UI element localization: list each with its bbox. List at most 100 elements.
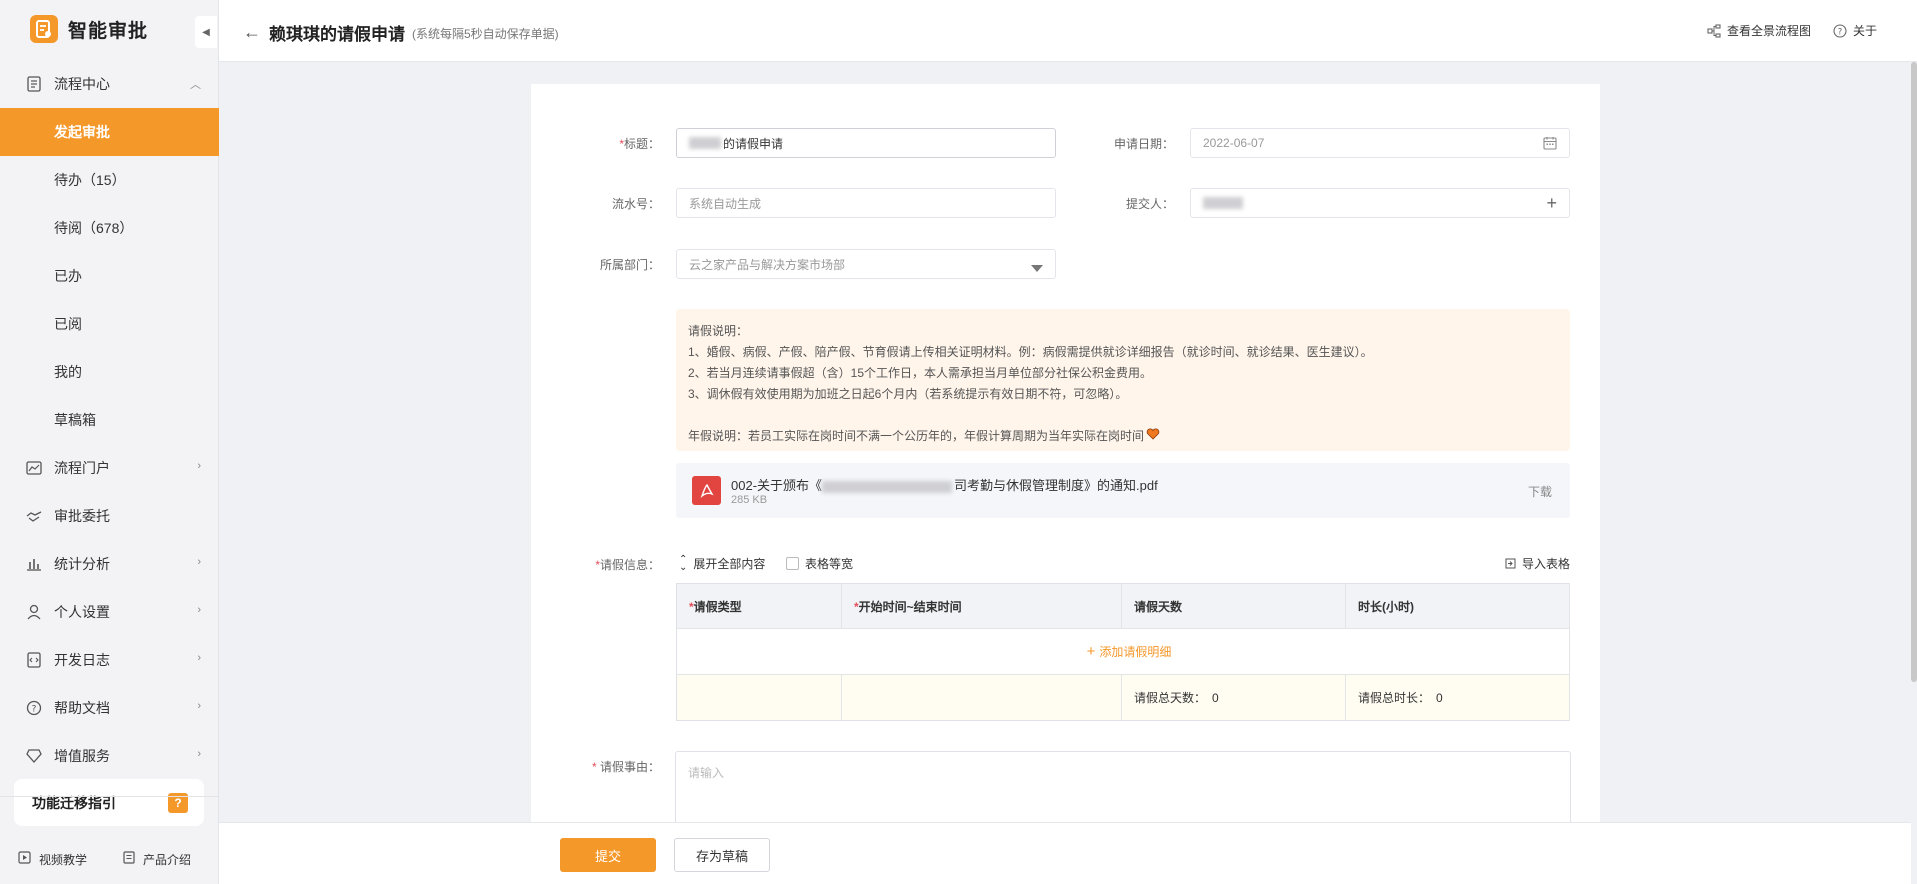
dept-value: 云之家产品与解决方案市场部 [689, 257, 846, 272]
chevron-right-icon: › [197, 652, 201, 664]
notice-line: 1、婚假、病假、产假、陪产假、节育假请上传相关证明材料。例：病假需提供就诊详细报… [688, 345, 1373, 359]
table-header-row: *请假类型 *开始时间~结束时间 请假天数 时长(小时) [676, 583, 1570, 629]
back-arrow-icon[interactable]: ← [243, 22, 261, 43]
table-cell [841, 674, 1122, 721]
sidebar-item-label: 增值服务 [54, 748, 110, 764]
sidebar-item-done[interactable]: 已办 [0, 252, 219, 300]
notice-line: 3、调休假有效使用期为加班之日起6个月内（若系统提示有效日期不符，可忽略）。 [688, 387, 1128, 401]
summary-row: 请假总天数： 0 请假总时长： 0 [676, 674, 1570, 721]
col-header-leave-type: *请假类型 [676, 583, 842, 629]
sidebar-item-label: 审批委托 [54, 508, 110, 524]
portal-icon [26, 460, 42, 476]
calendar-icon[interactable] [1543, 136, 1557, 153]
equal-width-label: 表格等宽 [805, 557, 854, 571]
sidebar-item-drafts[interactable]: 草稿箱 [0, 396, 219, 444]
collapse-sidebar-button[interactable]: ◀ [195, 16, 217, 48]
add-leave-detail-button[interactable]: + 添加请假明细 [676, 628, 1570, 675]
page-scrollbar[interactable] [1911, 62, 1917, 682]
sidebar-item-help-docs[interactable]: ? 帮助文档 › [0, 684, 219, 732]
date-input[interactable]: 2022-06-07 [1190, 128, 1570, 158]
serial-label: 流水号： [611, 197, 660, 211]
pdf-icon [692, 476, 721, 505]
total-days-cell: 请假总天数： 0 [1121, 674, 1346, 721]
total-hours-cell: 请假总时长： 0 [1345, 674, 1570, 721]
chevron-left-icon: ◀ [202, 26, 210, 38]
product-intro-label: 产品介绍 [143, 852, 192, 867]
import-table-label: 导入表格 [1522, 557, 1571, 571]
sidebar-item-label: 统计分析 [54, 556, 110, 572]
notice-line: 年假说明：若员工实际在岗时间不满一个公历年的，年假计算周期为当年实际在岗时间 [688, 426, 1558, 447]
svg-text:?: ? [1838, 27, 1843, 37]
user-icon [26, 604, 42, 620]
add-row: + 添加请假明细 [676, 628, 1570, 675]
import-table-button[interactable]: 导入表格 [1505, 555, 1570, 572]
view-flow-label: 查看全景流程图 [1726, 24, 1811, 38]
sidebar-item-to-read[interactable]: 待阅（678） [0, 204, 219, 252]
notice-line: 请假说明： [688, 324, 749, 338]
product-intro-link[interactable]: 产品介绍 [123, 851, 191, 868]
question-circle-icon: ? [1833, 23, 1847, 38]
sidebar-item-personal-settings[interactable]: 个人设置 › [0, 588, 219, 636]
question-icon: ? [26, 700, 42, 716]
sidebar-item-read[interactable]: 已阅 [0, 300, 219, 348]
reason-label: * 请假事由： [591, 760, 660, 774]
svg-text:?: ? [32, 705, 37, 715]
leave-notice: 请假说明： 1、婚假、病假、产假、陪产假、节育假请上传相关证明材料。例：病假需提… [676, 309, 1570, 451]
equal-width-checkbox[interactable]: 表格等宽 [786, 555, 853, 572]
sidebar: 智能审批 ◀ 流程中心 ︿ 发起审批 待办（15） 待阅（678） 已办 已阅 … [0, 0, 219, 884]
sidebar-item-value-added[interactable]: 增值服务 › [0, 732, 219, 780]
diamond-icon [26, 748, 42, 764]
title-input[interactable]: 的请假申请 [676, 128, 1056, 158]
video-icon [18, 851, 31, 867]
about-button[interactable]: ? 关于 [1833, 22, 1877, 39]
sidebar-menu: 流程中心 ︿ 发起审批 待办（15） 待阅（678） 已办 已阅 我的 草稿箱 … [0, 60, 219, 780]
leave-info-label: *请假信息： [595, 558, 660, 572]
table-cell [676, 674, 842, 721]
expand-all-button[interactable]: ⌃ ⌄ 展开全部内容 [679, 553, 765, 573]
download-link[interactable]: 下载 [1528, 483, 1552, 500]
sidebar-item-start-approval[interactable]: 发起审批 [0, 108, 219, 156]
plus-icon[interactable]: + [1546, 194, 1557, 212]
import-icon [1505, 558, 1516, 569]
notice-line [688, 405, 1558, 426]
save-draft-button[interactable]: 存为草稿 [674, 838, 770, 872]
sidebar-item-dev-log[interactable]: 开发日志 › [0, 636, 219, 684]
sidebar-item-todo[interactable]: 待办（15） [0, 156, 219, 204]
sidebar-item-statistics[interactable]: 统计分析 › [0, 540, 219, 588]
redacted-submitter [1203, 197, 1243, 209]
sidebar-item-process-center[interactable]: 流程中心 ︿ [0, 60, 219, 108]
attachment-item[interactable]: 002-关于颁布《 司考勤与休假管理制度》的通知.pdf 285 KB 下载 [676, 463, 1570, 518]
plus-icon: + [1086, 643, 1096, 660]
header-actions: 查看全景流程图 ? 关于 [1685, 22, 1877, 39]
chevron-right-icon: › [197, 700, 201, 712]
chevron-right-icon: › [197, 748, 201, 760]
chevron-right-icon: › [197, 460, 201, 472]
expand-arrows-icon: ⌃ ⌄ [679, 553, 688, 573]
dept-select[interactable]: 云之家产品与解决方案市场部 [676, 249, 1056, 279]
sidebar-item-label: 个人设置 [54, 604, 110, 620]
submitter-input[interactable]: + [1190, 188, 1570, 218]
sidebar-divider [0, 796, 219, 797]
sidebar-item-mine[interactable]: 我的 [0, 348, 219, 396]
attachment-size: 285 KB [731, 494, 768, 506]
code-icon [26, 652, 42, 668]
app-title: 智能审批 [68, 20, 149, 42]
video-tutorial-link[interactable]: 视频教学 [18, 851, 87, 868]
page-title: 赖琪琪的请假申请 [269, 25, 405, 44]
submitter-label: 提交人： [1125, 197, 1174, 211]
attachment-name: 002-关于颁布《 司考勤与休假管理制度》的通知.pdf [731, 478, 1158, 493]
action-bar: 提交 存为草稿 [219, 822, 1911, 884]
handshake-icon [26, 508, 42, 524]
app-logo[interactable]: 智能审批 [30, 14, 148, 44]
reason-textarea[interactable]: 请输入 [675, 751, 1571, 831]
sidebar-item-process-portal[interactable]: 流程门户 › [0, 444, 219, 492]
migration-guide-button[interactable]: 功能迁移指引 ? [14, 779, 204, 826]
heart-icon [1146, 426, 1160, 447]
submit-button[interactable]: 提交 [560, 838, 656, 872]
view-flow-button[interactable]: 查看全景流程图 [1707, 22, 1811, 39]
sidebar-item-delegation[interactable]: 审批委托 [0, 492, 219, 540]
notice-line: 2、若当月连续请事假超（含）15个工作日，本人需承担当月单位部分社保公积金费用。 [688, 366, 1153, 380]
flowchart-icon [1707, 23, 1721, 38]
col-header-time-range: *开始时间~结束时间 [841, 583, 1122, 629]
serial-input: 系统自动生成 [676, 188, 1056, 218]
